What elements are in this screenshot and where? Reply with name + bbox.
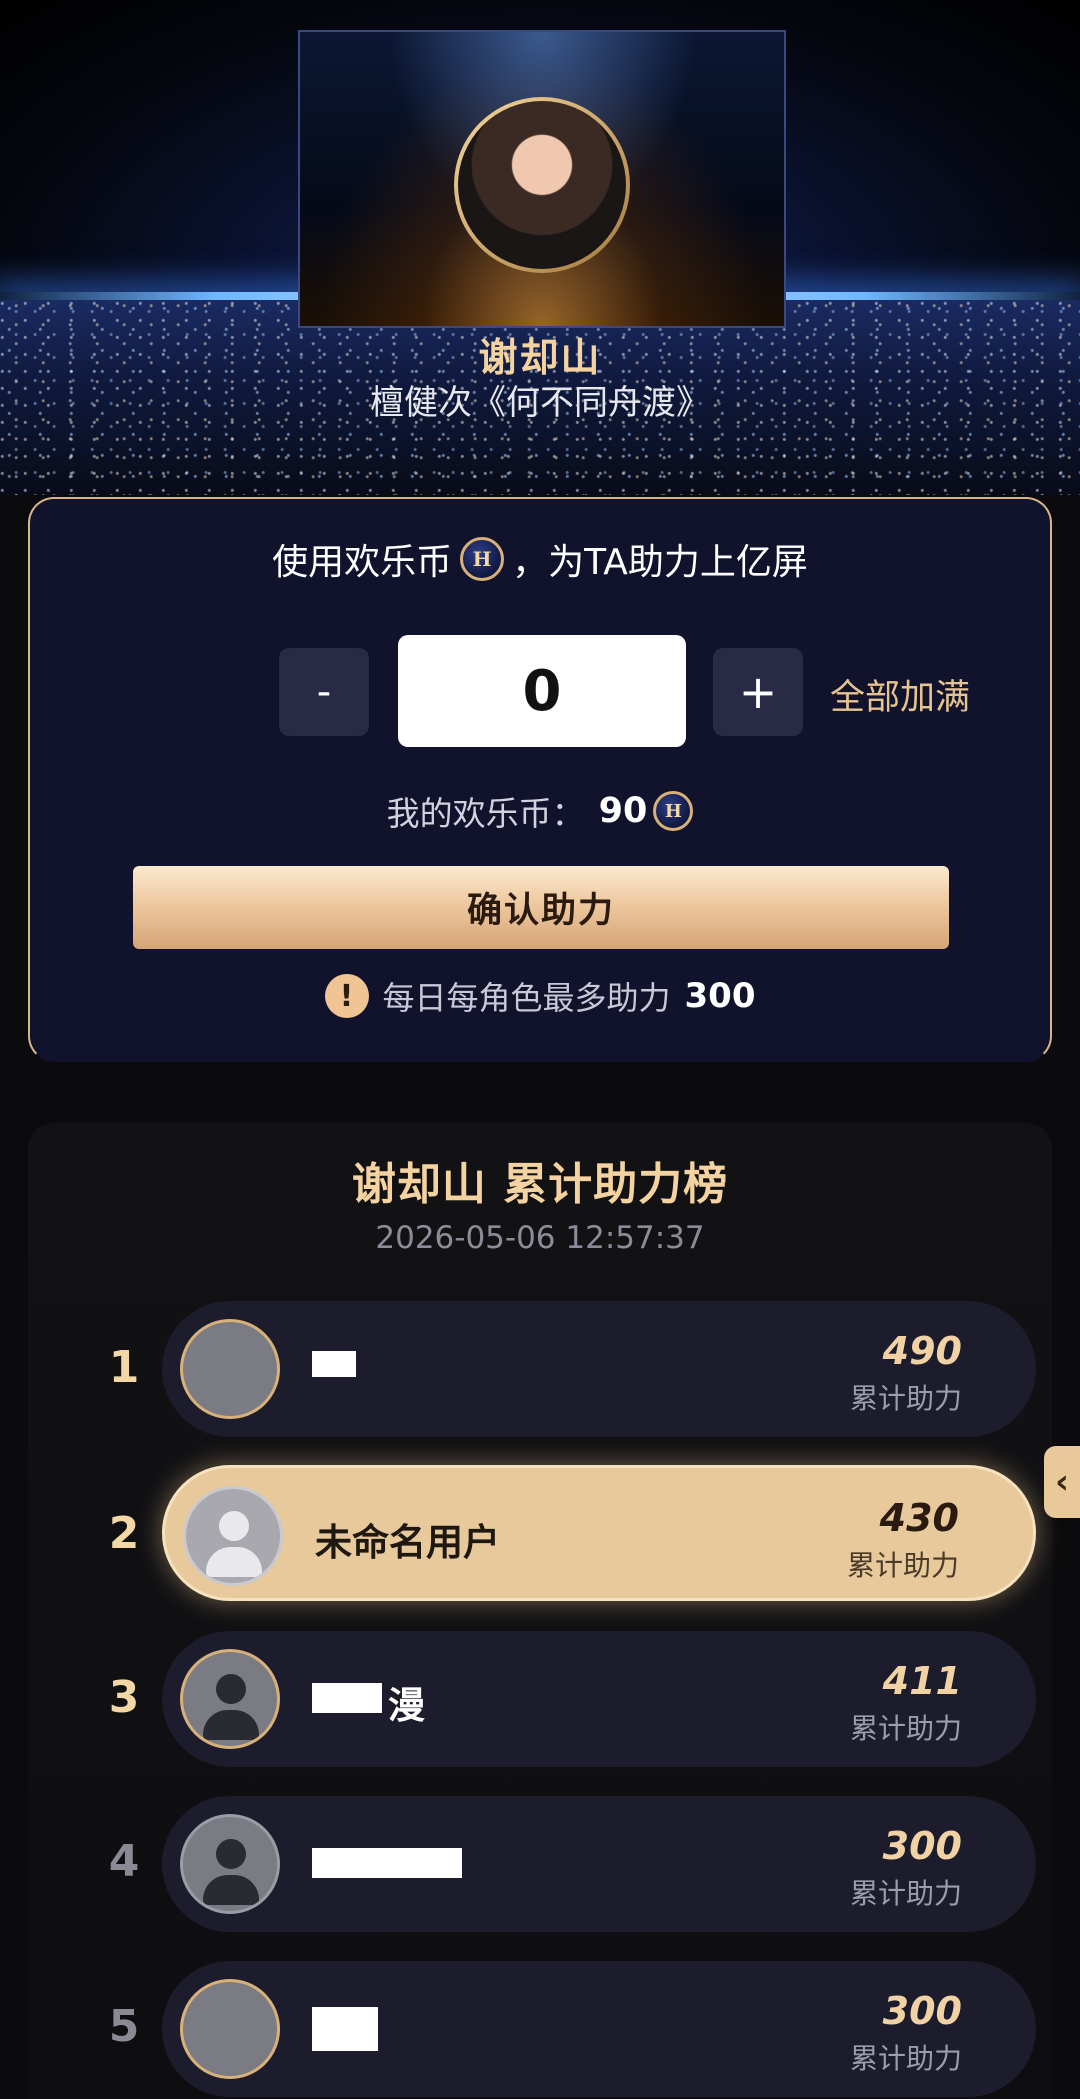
default-avatar-icon — [183, 1817, 277, 1911]
user-score: 300 — [882, 1824, 962, 1868]
boost-prompt: 使用欢乐币 H ，为TA助力上亿屏 — [30, 533, 1050, 585]
character-avatar — [454, 97, 630, 273]
leaderboard-timestamp: 2026-05-06 12:57:37 — [375, 1220, 705, 1256]
character-subtitle: 檀健次《何不同舟渡》 — [370, 383, 710, 423]
rank-number: 3 — [108, 1672, 140, 1723]
rank-number: 1 — [108, 1342, 140, 1393]
balance-label: 我的欢乐币： — [386, 794, 585, 833]
user-score: 300 — [882, 1989, 962, 2033]
score-label: 累计助力 — [849, 1712, 962, 1745]
limit-text: 每日每角色最多助力 — [382, 979, 671, 1017]
hero-banner: 谢却山 檀健次《何不同舟渡》 — [0, 0, 1080, 495]
increase-button[interactable]: + — [713, 648, 803, 736]
user-score: 430 — [879, 1496, 959, 1540]
score-label: 累计助力 — [849, 1382, 962, 1415]
rank-number: 4 — [108, 1836, 140, 1887]
leaderboard-row[interactable]: 300 累计助力 — [162, 1796, 1036, 1932]
redacted-name-mosaic — [312, 1683, 382, 1713]
coin-icon: H — [460, 537, 505, 581]
user-avatar — [180, 1979, 280, 2079]
leaderboard-panel — [28, 1123, 1052, 2099]
balance-value: 90 — [598, 791, 648, 831]
fill-all-button[interactable]: 全部加满 — [830, 669, 970, 720]
default-avatar-icon — [183, 1652, 277, 1746]
leaderboard-title: 谢却山 累计助力榜 — [351, 1159, 729, 1210]
quantity-input[interactable]: 0 — [398, 635, 686, 747]
leaderboard-row[interactable]: 漫 411 累计助力 — [162, 1631, 1036, 1767]
user-score: 490 — [882, 1329, 962, 1373]
coin-balance: 我的欢乐币： 90 H — [30, 787, 1050, 835]
character-portrait — [458, 101, 626, 269]
limit-value: 300 — [684, 976, 756, 1016]
user-name: 未命名用户 — [315, 1521, 500, 1564]
user-avatar — [183, 1486, 283, 1586]
redacted-name-mosaic — [312, 1848, 462, 1878]
leaderboard-row[interactable]: 300 累计助力 — [162, 1961, 1036, 2097]
score-label: 累计助力 — [846, 1549, 959, 1582]
coin-icon: H — [653, 791, 694, 831]
leaderboard-row[interactable]: 490 累计助力 — [162, 1301, 1036, 1437]
daily-limit-note: ! 每日每角色最多助力 300 — [30, 973, 1050, 1019]
score-label: 累计助力 — [849, 1877, 962, 1910]
warning-icon: ! — [324, 974, 369, 1018]
leaderboard-row-current-user[interactable]: 未命名用户 430 累计助力 — [162, 1465, 1036, 1601]
decrease-button[interactable]: - — [279, 648, 369, 736]
chevron-left-icon[interactable]: ‹ — [1044, 1446, 1080, 1518]
confirm-boost-button[interactable]: 确认助力 — [133, 866, 949, 949]
default-avatar-icon — [186, 1489, 280, 1583]
user-score: 411 — [882, 1659, 962, 1703]
boost-prompt-after: ，为TA助力上亿屏 — [512, 542, 808, 583]
redacted-name-mosaic — [312, 2007, 378, 2051]
rank-number: 2 — [108, 1508, 140, 1559]
user-avatar — [180, 1814, 280, 1914]
score-label: 累计助力 — [849, 2042, 962, 2075]
boost-prompt-before: 使用欢乐币 — [272, 542, 453, 583]
rank-number: 5 — [108, 2001, 140, 2052]
user-avatar — [180, 1649, 280, 1749]
user-name: 漫 — [388, 1684, 425, 1727]
boost-card: 使用欢乐币 H ，为TA助力上亿屏 - 0 + 全部加满 我的欢乐币： 90 H… — [28, 497, 1052, 1062]
user-avatar — [180, 1319, 280, 1419]
redacted-name-mosaic — [312, 1351, 356, 1377]
